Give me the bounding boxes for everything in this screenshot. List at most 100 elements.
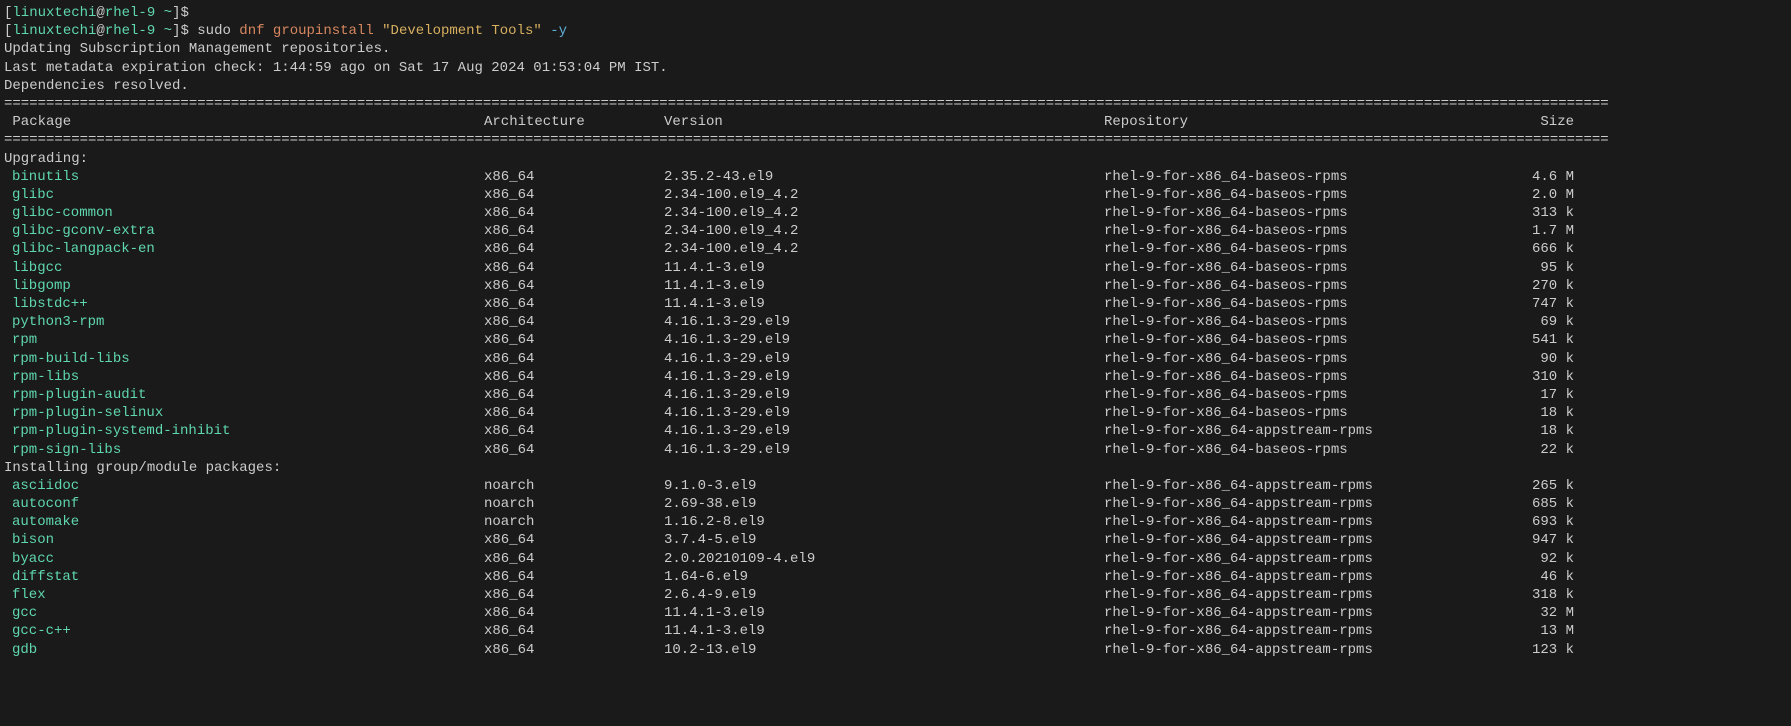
- package-arch: x86_64: [484, 313, 664, 331]
- package-arch: x86_64: [484, 604, 664, 622]
- package-size: 310 k: [1514, 368, 1574, 386]
- package-name: libstdc++: [4, 295, 484, 313]
- package-name: autoconf: [4, 495, 484, 513]
- package-repo: rhel-9-for-x86_64-baseos-rpms: [1104, 295, 1514, 313]
- package-size: 4.6 M: [1514, 168, 1574, 186]
- package-repo: rhel-9-for-x86_64-appstream-rpms: [1104, 568, 1514, 586]
- divider-top: ========================================…: [4, 96, 1609, 112]
- package-arch: x86_64: [484, 622, 664, 640]
- table-row: rpm-sign-libsx86_644.16.1.3-29.el9rhel-9…: [4, 441, 1787, 459]
- package-arch: x86_64: [484, 331, 664, 349]
- package-arch: x86_64: [484, 586, 664, 604]
- package-repo: rhel-9-for-x86_64-appstream-rpms: [1104, 622, 1514, 640]
- package-repo: rhel-9-for-x86_64-appstream-rpms: [1104, 641, 1514, 659]
- table-row: autoconfnoarch2.69-38.el9rhel-9-for-x86_…: [4, 495, 1787, 513]
- package-size: 90 k: [1514, 350, 1574, 368]
- package-arch: x86_64: [484, 441, 664, 459]
- package-repo: rhel-9-for-x86_64-baseos-rpms: [1104, 222, 1514, 240]
- package-arch: x86_64: [484, 259, 664, 277]
- table-row: glibcx86_642.34-100.el9_4.2rhel-9-for-x8…: [4, 186, 1787, 204]
- table-row: bisonx86_643.7.4-5.el9rhel-9-for-x86_64-…: [4, 531, 1787, 549]
- package-size: 18 k: [1514, 404, 1574, 422]
- table-row: byaccx86_642.0.20210109-4.el9rhel-9-for-…: [4, 550, 1787, 568]
- package-repo: rhel-9-for-x86_64-appstream-rpms: [1104, 550, 1514, 568]
- package-size: 69 k: [1514, 313, 1574, 331]
- package-version: 9.1.0-3.el9: [664, 477, 1104, 495]
- package-version: 11.4.1-3.el9: [664, 622, 1104, 640]
- package-name: rpm-sign-libs: [4, 441, 484, 459]
- package-repo: rhel-9-for-x86_64-baseos-rpms: [1104, 404, 1514, 422]
- package-size: 95 k: [1514, 259, 1574, 277]
- package-version: 4.16.1.3-29.el9: [664, 441, 1104, 459]
- package-version: 2.34-100.el9_4.2: [664, 222, 1104, 240]
- package-version: 11.4.1-3.el9: [664, 277, 1104, 295]
- installing-package-list: asciidocnoarch9.1.0-3.el9rhel-9-for-x86_…: [4, 477, 1787, 659]
- table-row: rpmx86_644.16.1.3-29.el9rhel-9-for-x86_6…: [4, 331, 1787, 349]
- command-action: groupinstall: [273, 23, 374, 39]
- package-version: 4.16.1.3-29.el9: [664, 350, 1104, 368]
- table-row: rpm-plugin-auditx86_644.16.1.3-29.el9rhe…: [4, 386, 1787, 404]
- package-size: 270 k: [1514, 277, 1574, 295]
- package-name: diffstat: [4, 568, 484, 586]
- package-name: glibc-common: [4, 204, 484, 222]
- package-arch: x86_64: [484, 531, 664, 549]
- package-arch: x86_64: [484, 168, 664, 186]
- package-version: 4.16.1.3-29.el9: [664, 331, 1104, 349]
- package-name: glibc: [4, 186, 484, 204]
- section-upgrading: Upgrading:: [4, 151, 88, 167]
- package-version: 4.16.1.3-29.el9: [664, 404, 1104, 422]
- header-repo: Repository: [1104, 113, 1514, 131]
- package-version: 11.4.1-3.el9: [664, 604, 1104, 622]
- package-repo: rhel-9-for-x86_64-appstream-rpms: [1104, 422, 1514, 440]
- package-arch: x86_64: [484, 350, 664, 368]
- table-row: libgompx86_6411.4.1-3.el9rhel-9-for-x86_…: [4, 277, 1787, 295]
- divider-bottom: ========================================…: [4, 132, 1609, 148]
- package-size: 18 k: [1514, 422, 1574, 440]
- package-version: 2.0.20210109-4.el9: [664, 550, 1104, 568]
- package-version: 2.69-38.el9: [664, 495, 1104, 513]
- package-version: 3.7.4-5.el9: [664, 531, 1104, 549]
- table-row: diffstatx86_641.64-6.el9rhel-9-for-x86_6…: [4, 568, 1787, 586]
- package-name: glibc-gconv-extra: [4, 222, 484, 240]
- package-arch: noarch: [484, 513, 664, 531]
- package-version: 4.16.1.3-29.el9: [664, 422, 1104, 440]
- package-name: gdb: [4, 641, 484, 659]
- package-repo: rhel-9-for-x86_64-baseos-rpms: [1104, 350, 1514, 368]
- header-size: Size: [1514, 113, 1574, 131]
- prompt-line-2: [linuxtechi@rhel-9 ~]$ sudo dnf groupins…: [4, 23, 567, 39]
- table-row: gcc-c++x86_6411.4.1-3.el9rhel-9-for-x86_…: [4, 622, 1787, 640]
- package-repo: rhel-9-for-x86_64-baseos-rpms: [1104, 313, 1514, 331]
- package-version: 4.16.1.3-29.el9: [664, 386, 1104, 404]
- header-package: Package: [4, 113, 484, 131]
- package-arch: x86_64: [484, 222, 664, 240]
- package-repo: rhel-9-for-x86_64-appstream-rpms: [1104, 531, 1514, 549]
- status-line-3: Dependencies resolved.: [4, 78, 189, 94]
- table-row: rpm-build-libsx86_644.16.1.3-29.el9rhel-…: [4, 350, 1787, 368]
- table-row: glibc-langpack-enx86_642.34-100.el9_4.2r…: [4, 240, 1787, 258]
- package-arch: x86_64: [484, 277, 664, 295]
- terminal-output[interactable]: [linuxtechi@rhel-9 ~]$ [linuxtechi@rhel-…: [4, 4, 1787, 659]
- package-name: rpm-plugin-systemd-inhibit: [4, 422, 484, 440]
- package-version: 2.35.2-43.el9: [664, 168, 1104, 186]
- package-repo: rhel-9-for-x86_64-baseos-rpms: [1104, 240, 1514, 258]
- package-arch: x86_64: [484, 240, 664, 258]
- package-name: binutils: [4, 168, 484, 186]
- table-row: gccx86_6411.4.1-3.el9rhel-9-for-x86_64-a…: [4, 604, 1787, 622]
- package-arch: x86_64: [484, 386, 664, 404]
- command-sudo: sudo: [197, 23, 231, 39]
- package-name: gcc: [4, 604, 484, 622]
- package-arch: x86_64: [484, 295, 664, 313]
- package-arch: noarch: [484, 495, 664, 513]
- package-name: python3-rpm: [4, 313, 484, 331]
- package-version: 2.34-100.el9_4.2: [664, 204, 1104, 222]
- package-repo: rhel-9-for-x86_64-appstream-rpms: [1104, 477, 1514, 495]
- package-arch: x86_64: [484, 568, 664, 586]
- table-row: binutilsx86_642.35.2-43.el9rhel-9-for-x8…: [4, 168, 1787, 186]
- package-repo: rhel-9-for-x86_64-appstream-rpms: [1104, 586, 1514, 604]
- package-version: 4.16.1.3-29.el9: [664, 313, 1104, 331]
- package-size: 313 k: [1514, 204, 1574, 222]
- upgrading-package-list: binutilsx86_642.35.2-43.el9rhel-9-for-x8…: [4, 168, 1787, 459]
- header-arch: Architecture: [484, 113, 664, 131]
- table-row: glibc-commonx86_642.34-100.el9_4.2rhel-9…: [4, 204, 1787, 222]
- package-size: 1.7 M: [1514, 222, 1574, 240]
